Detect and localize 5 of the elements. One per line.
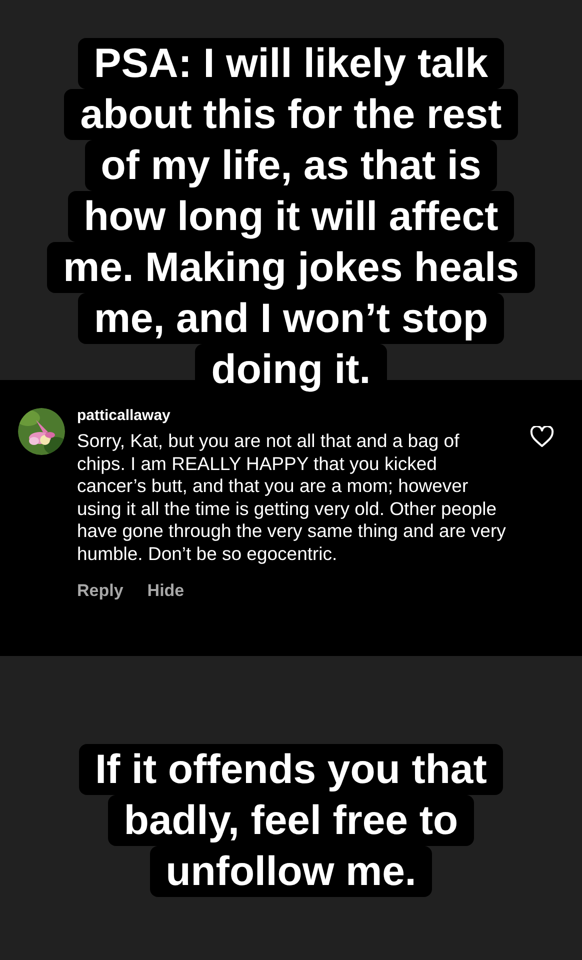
heart-icon[interactable] bbox=[530, 426, 554, 448]
reply-button[interactable]: Reply bbox=[77, 579, 124, 603]
hide-button[interactable]: Hide bbox=[147, 579, 184, 603]
comment-text: Sorry, Kat, but you are not all that and a bag of chips. I am REALLY HAPPY that you kicked cancer’s butt, and that you are a mom; however using it all the time is getting very old. Other people have gone through the very same thing and are very humble. Don’t be so egocentric. bbox=[77, 430, 507, 565]
username[interactable]: patticallaway bbox=[77, 406, 507, 426]
